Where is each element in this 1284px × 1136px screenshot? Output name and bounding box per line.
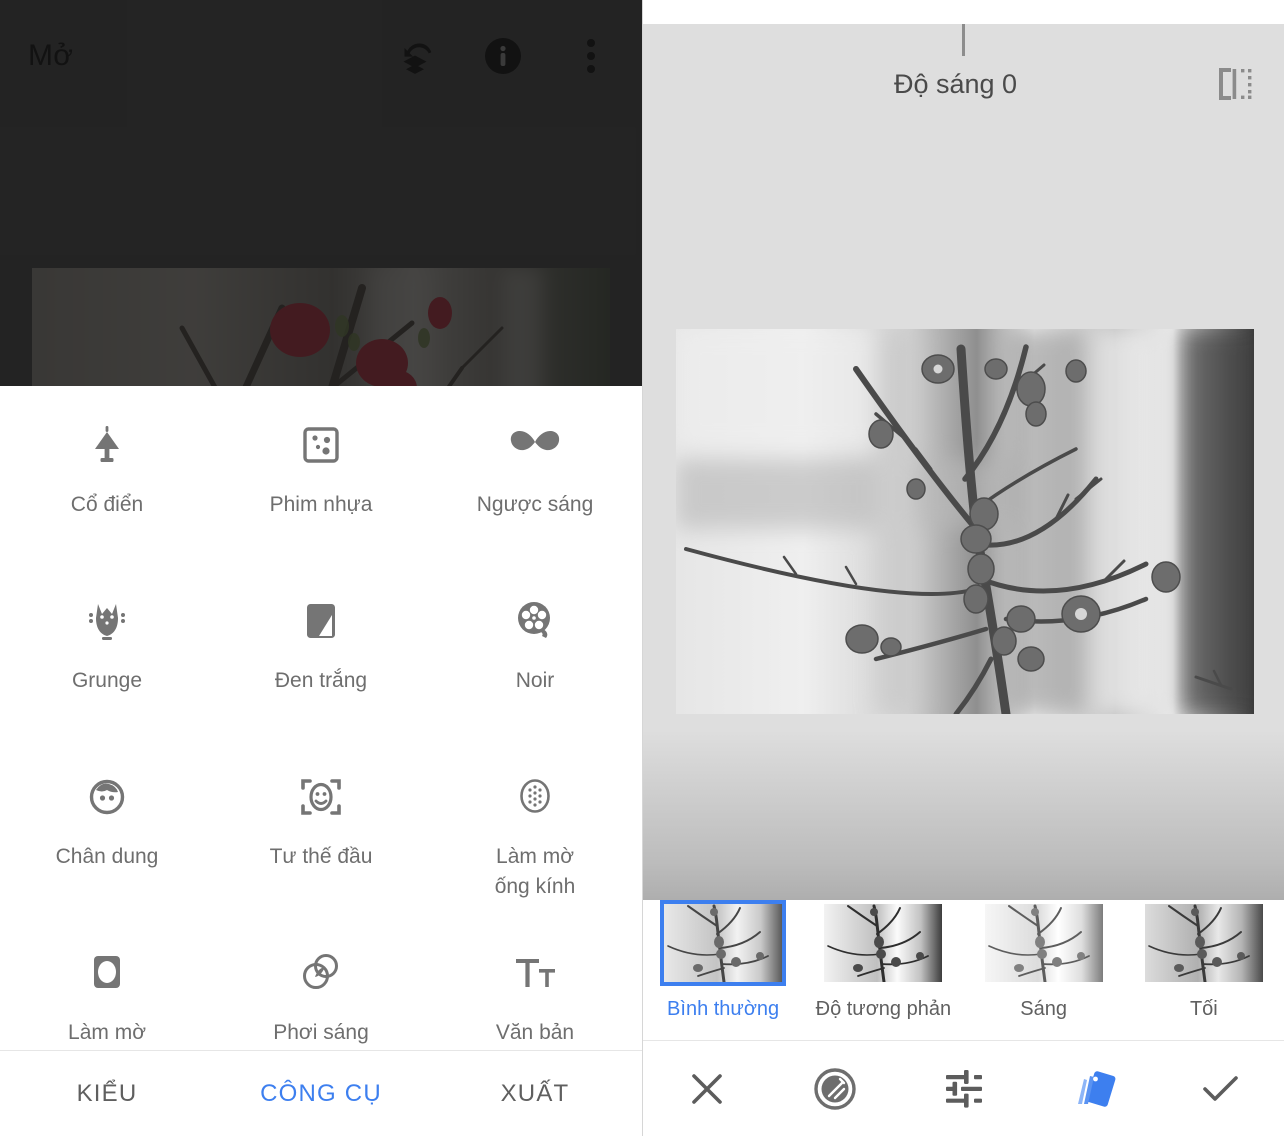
tool-label: Làm mờ ống kính (494, 845, 576, 898)
tool-label: Phim nhựa (269, 493, 373, 516)
tool-lam-mo-ong-kinh[interactable]: Làm mờ ống kính (428, 738, 642, 914)
stage-bottom-gradient (643, 730, 1284, 900)
right-editor-canvas (643, 24, 1284, 900)
left-tab-bar: KIỂU CÔNG CỤ XUẤT (0, 1050, 642, 1136)
revert-icon[interactable] (392, 33, 438, 79)
filter-label: Độ tương phản (815, 998, 952, 1020)
filter-label: Sáng (1020, 998, 1067, 1020)
tune-icon[interactable] (899, 1041, 1027, 1136)
filter-label: Bình thường (667, 998, 780, 1020)
film-reel-icon (508, 594, 562, 648)
lens-blur-icon (508, 770, 562, 824)
thumb-image (984, 904, 1103, 982)
app-screenshot: Mở Cổ điển Phim nhựa Ngược sáng Grunge Đ… (0, 0, 1284, 1136)
tool-label: Đen trắng (274, 669, 368, 692)
filter-item-toi[interactable]: Tối (1124, 904, 1284, 1021)
grunge-icon (80, 594, 134, 648)
filter-item-do-tuong-phan[interactable]: Độ tương phản (803, 904, 963, 1021)
right-bottom-toolbar (643, 1040, 1284, 1136)
filter-item-binh-thuong[interactable]: Bình thường (643, 900, 803, 1021)
tab-xuat[interactable]: XUẤT (428, 1080, 642, 1108)
tool-label: Grunge (71, 669, 143, 692)
head-pose-icon (294, 770, 348, 824)
portrait-icon (80, 770, 134, 824)
double-exposure-icon (294, 946, 348, 1000)
info-icon[interactable] (480, 33, 526, 79)
styles-icon[interactable] (1028, 1041, 1156, 1136)
tools-grid: Cổ điển Phim nhựa Ngược sáng Grunge Đen … (0, 386, 642, 1090)
right-panel: Độ sáng 0 Bình thường Độ tương phản Sáng… (642, 0, 1284, 1136)
tool-label: Văn bản (495, 1021, 575, 1044)
black-white-icon (294, 594, 348, 648)
left-title[interactable]: Mở (28, 39, 392, 73)
filter-thumbnail[interactable] (824, 904, 943, 982)
tool-label: Chân dung (55, 845, 159, 868)
tool-den-trang[interactable]: Đen trắng (214, 562, 428, 738)
thumb-image (664, 904, 783, 982)
more-vert-icon[interactable] (568, 33, 614, 79)
tool-label: Noir (515, 669, 555, 692)
tool-label: Làm mờ (68, 1021, 146, 1044)
tool-co-dien[interactable]: Cổ điển (0, 386, 214, 562)
right-photo-preview[interactable] (676, 329, 1254, 714)
mustache-icon (508, 418, 562, 472)
slider-indicator[interactable] (962, 24, 965, 56)
tool-label: Cổ điển (70, 493, 144, 516)
left-panel: Mở Cổ điển Phim nhựa Ngược sáng Grunge Đ… (0, 0, 642, 1136)
filter-item-sang[interactable]: Sáng (964, 904, 1124, 1021)
tool-label: Tư thế đầu (269, 845, 373, 868)
tab-kieu[interactable]: KIỂU (0, 1080, 214, 1108)
left-top-bar: Mở (0, 0, 642, 112)
filter-thumbnail[interactable] (1144, 904, 1263, 982)
tool-tu-the-dau[interactable]: Tư thế đầu (214, 738, 428, 914)
filter-thumbnail[interactable] (660, 900, 787, 986)
looks-icon[interactable] (771, 1041, 899, 1136)
filter-thumbnail[interactable] (984, 904, 1103, 982)
adjustment-title: Độ sáng 0 (893, 68, 1018, 99)
tool-chan-dung[interactable]: Chân dung (0, 738, 214, 914)
tab-cong-cu[interactable]: CÔNG CỤ (214, 1080, 428, 1108)
filter-label: Tối (1189, 998, 1218, 1020)
check-icon[interactable] (1156, 1041, 1284, 1136)
tool-label: Phơi sáng (273, 1021, 369, 1044)
compare-split-icon[interactable] (1200, 50, 1268, 118)
tool-nguoc-sang[interactable]: Ngược sáng (428, 386, 642, 562)
close-icon[interactable] (643, 1041, 771, 1136)
lamp-icon (80, 418, 134, 472)
tool-noir[interactable]: Noir (428, 562, 642, 738)
grainy-film-icon (294, 418, 348, 472)
right-photo-image (676, 329, 1254, 714)
tool-label: Ngược sáng (476, 493, 594, 516)
vignette-icon (80, 946, 134, 1000)
left-topbar-actions (392, 33, 614, 79)
thumb-image (1144, 904, 1263, 982)
thumb-image (824, 904, 943, 982)
tools-sheet: Cổ điển Phim nhựa Ngược sáng Grunge Đen … (0, 386, 642, 1136)
tool-grunge[interactable]: Grunge (0, 562, 214, 738)
tool-phim-nhua[interactable]: Phim nhựa (214, 386, 428, 562)
filter-filmstrip: Bình thường Độ tương phản Sáng Tối (643, 900, 1284, 1040)
text-icon (508, 946, 562, 1000)
